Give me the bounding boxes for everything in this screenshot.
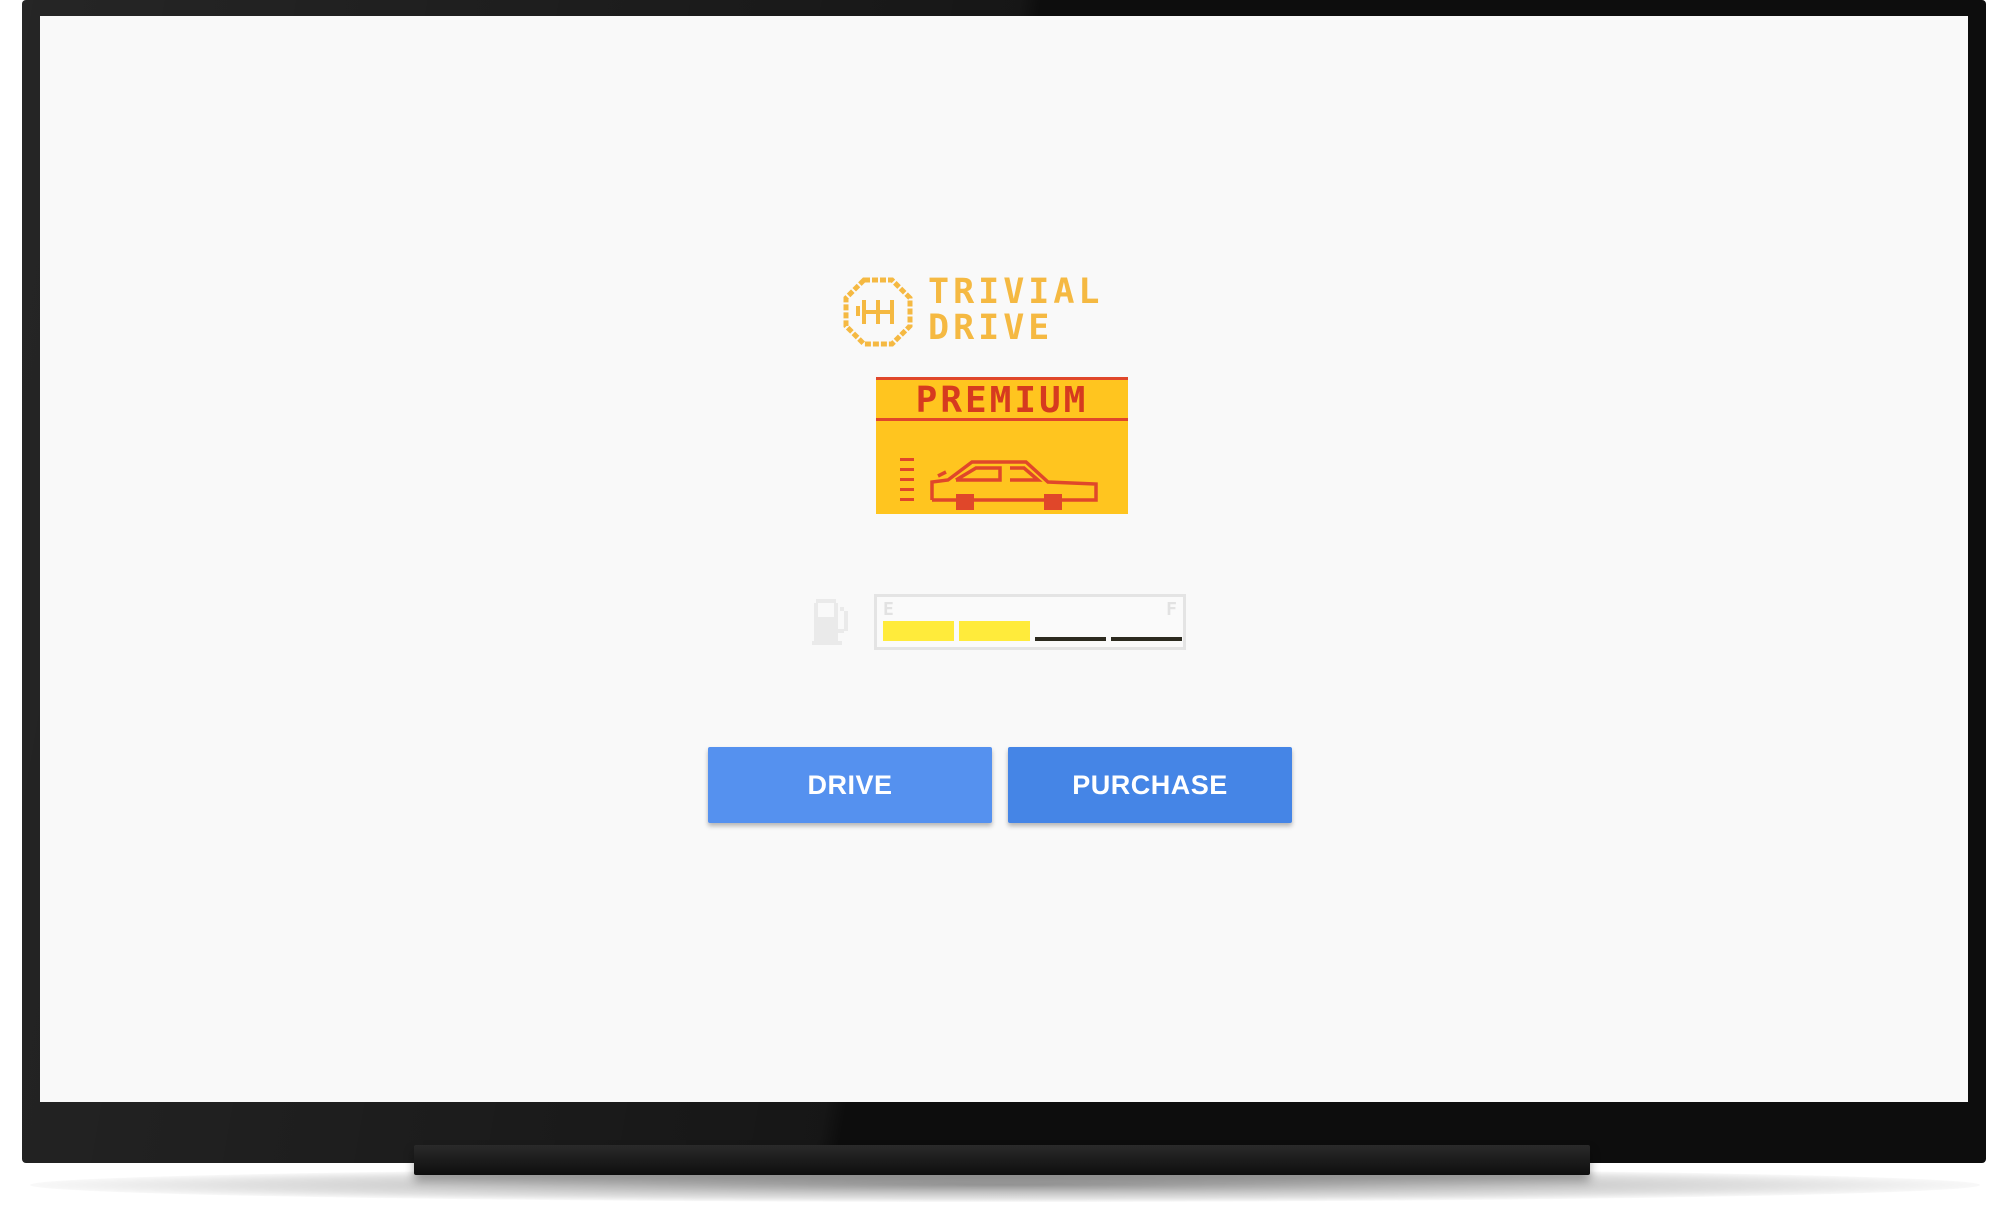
gauge-segment-3 <box>1035 637 1106 641</box>
purchase-button[interactable]: PURCHASE <box>1008 747 1292 823</box>
gauge-segment-4 <box>1111 637 1182 641</box>
tv-frame <box>22 0 1986 1163</box>
drive-button[interactable]: DRIVE <box>708 747 992 823</box>
logo-text-line1: TRIVIAL <box>928 272 1104 312</box>
gauge-segment-2 <box>959 621 1030 641</box>
gauge-empty-label: E <box>883 599 894 620</box>
tv-screen <box>40 16 1968 1102</box>
app-logo: TRIVIAL DRIVE <box>842 266 1102 356</box>
car-icon <box>900 458 1098 510</box>
tv-stand <box>414 1145 1590 1175</box>
gear-shift-icon <box>843 277 913 347</box>
premium-label: PREMIUM <box>915 380 1089 421</box>
gauge-full-label: F <box>1166 599 1177 620</box>
gauge-segment-1 <box>883 621 954 641</box>
fuel-pump-icon <box>812 599 848 645</box>
premium-banner: PREMIUM <box>876 377 1128 514</box>
logo-text: TRIVIAL DRIVE <box>928 274 1104 346</box>
premium-mid-rule <box>876 418 1128 421</box>
logo-text-line2: DRIVE <box>928 308 1054 348</box>
fuel-gauge: E F <box>874 594 1186 650</box>
